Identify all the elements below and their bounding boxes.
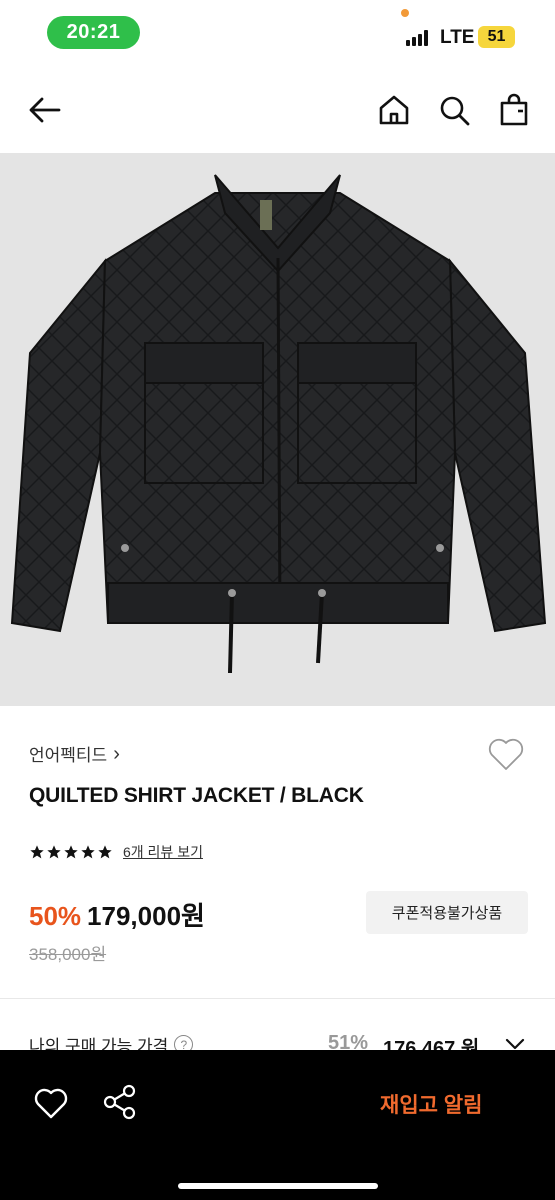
original-price: 358,000원	[29, 945, 107, 964]
bottom-action-bar: 재입고 알림	[0, 1050, 555, 1200]
star-icon	[81, 845, 95, 859]
status-bar: 20:21 LTE 51	[0, 0, 555, 64]
shopping-bag-icon[interactable]	[496, 92, 532, 128]
back-icon[interactable]	[27, 92, 63, 128]
rating-stars	[29, 844, 113, 860]
restock-alert-button[interactable]: 재입고 알림	[380, 1089, 482, 1119]
star-icon	[64, 845, 78, 859]
product-image[interactable]	[0, 153, 555, 706]
star-icon	[98, 845, 112, 859]
share-icon[interactable]	[102, 1083, 138, 1121]
star-icon	[30, 845, 44, 859]
star-icon	[47, 845, 61, 859]
status-indicator-dot	[401, 9, 409, 17]
jacket-illustration	[10, 174, 547, 674]
review-link[interactable]: 6개 리뷰 보기	[123, 842, 203, 862]
rating-row: 6개 리뷰 보기	[29, 841, 203, 863]
signal-icon	[406, 30, 432, 46]
brand-name: 언어펙티드	[29, 746, 108, 765]
search-icon[interactable]	[436, 92, 472, 128]
battery-indicator: 51	[478, 26, 515, 48]
chevron-right-icon: ›	[113, 742, 120, 765]
network-label: LTE	[440, 27, 475, 48]
discount-rate: 50%	[29, 901, 82, 931]
home-indicator[interactable]	[178, 1183, 378, 1189]
product-title: QUILTED SHIRT JACKET / BLACK	[29, 784, 364, 807]
home-icon[interactable]	[376, 92, 412, 128]
divider	[0, 998, 555, 999]
status-time: 20:21	[47, 16, 140, 49]
sale-price: 179,000원	[87, 901, 205, 931]
coupon-button[interactable]: 쿠폰적용불가상품	[366, 891, 528, 934]
brand-link[interactable]: 언어펙티드 ›	[29, 741, 120, 766]
wishlist-heart-icon[interactable]	[32, 1085, 70, 1121]
top-navigation	[0, 78, 555, 142]
favorite-heart-icon[interactable]	[486, 735, 526, 773]
price-row: 50% 179,000원	[29, 896, 205, 933]
